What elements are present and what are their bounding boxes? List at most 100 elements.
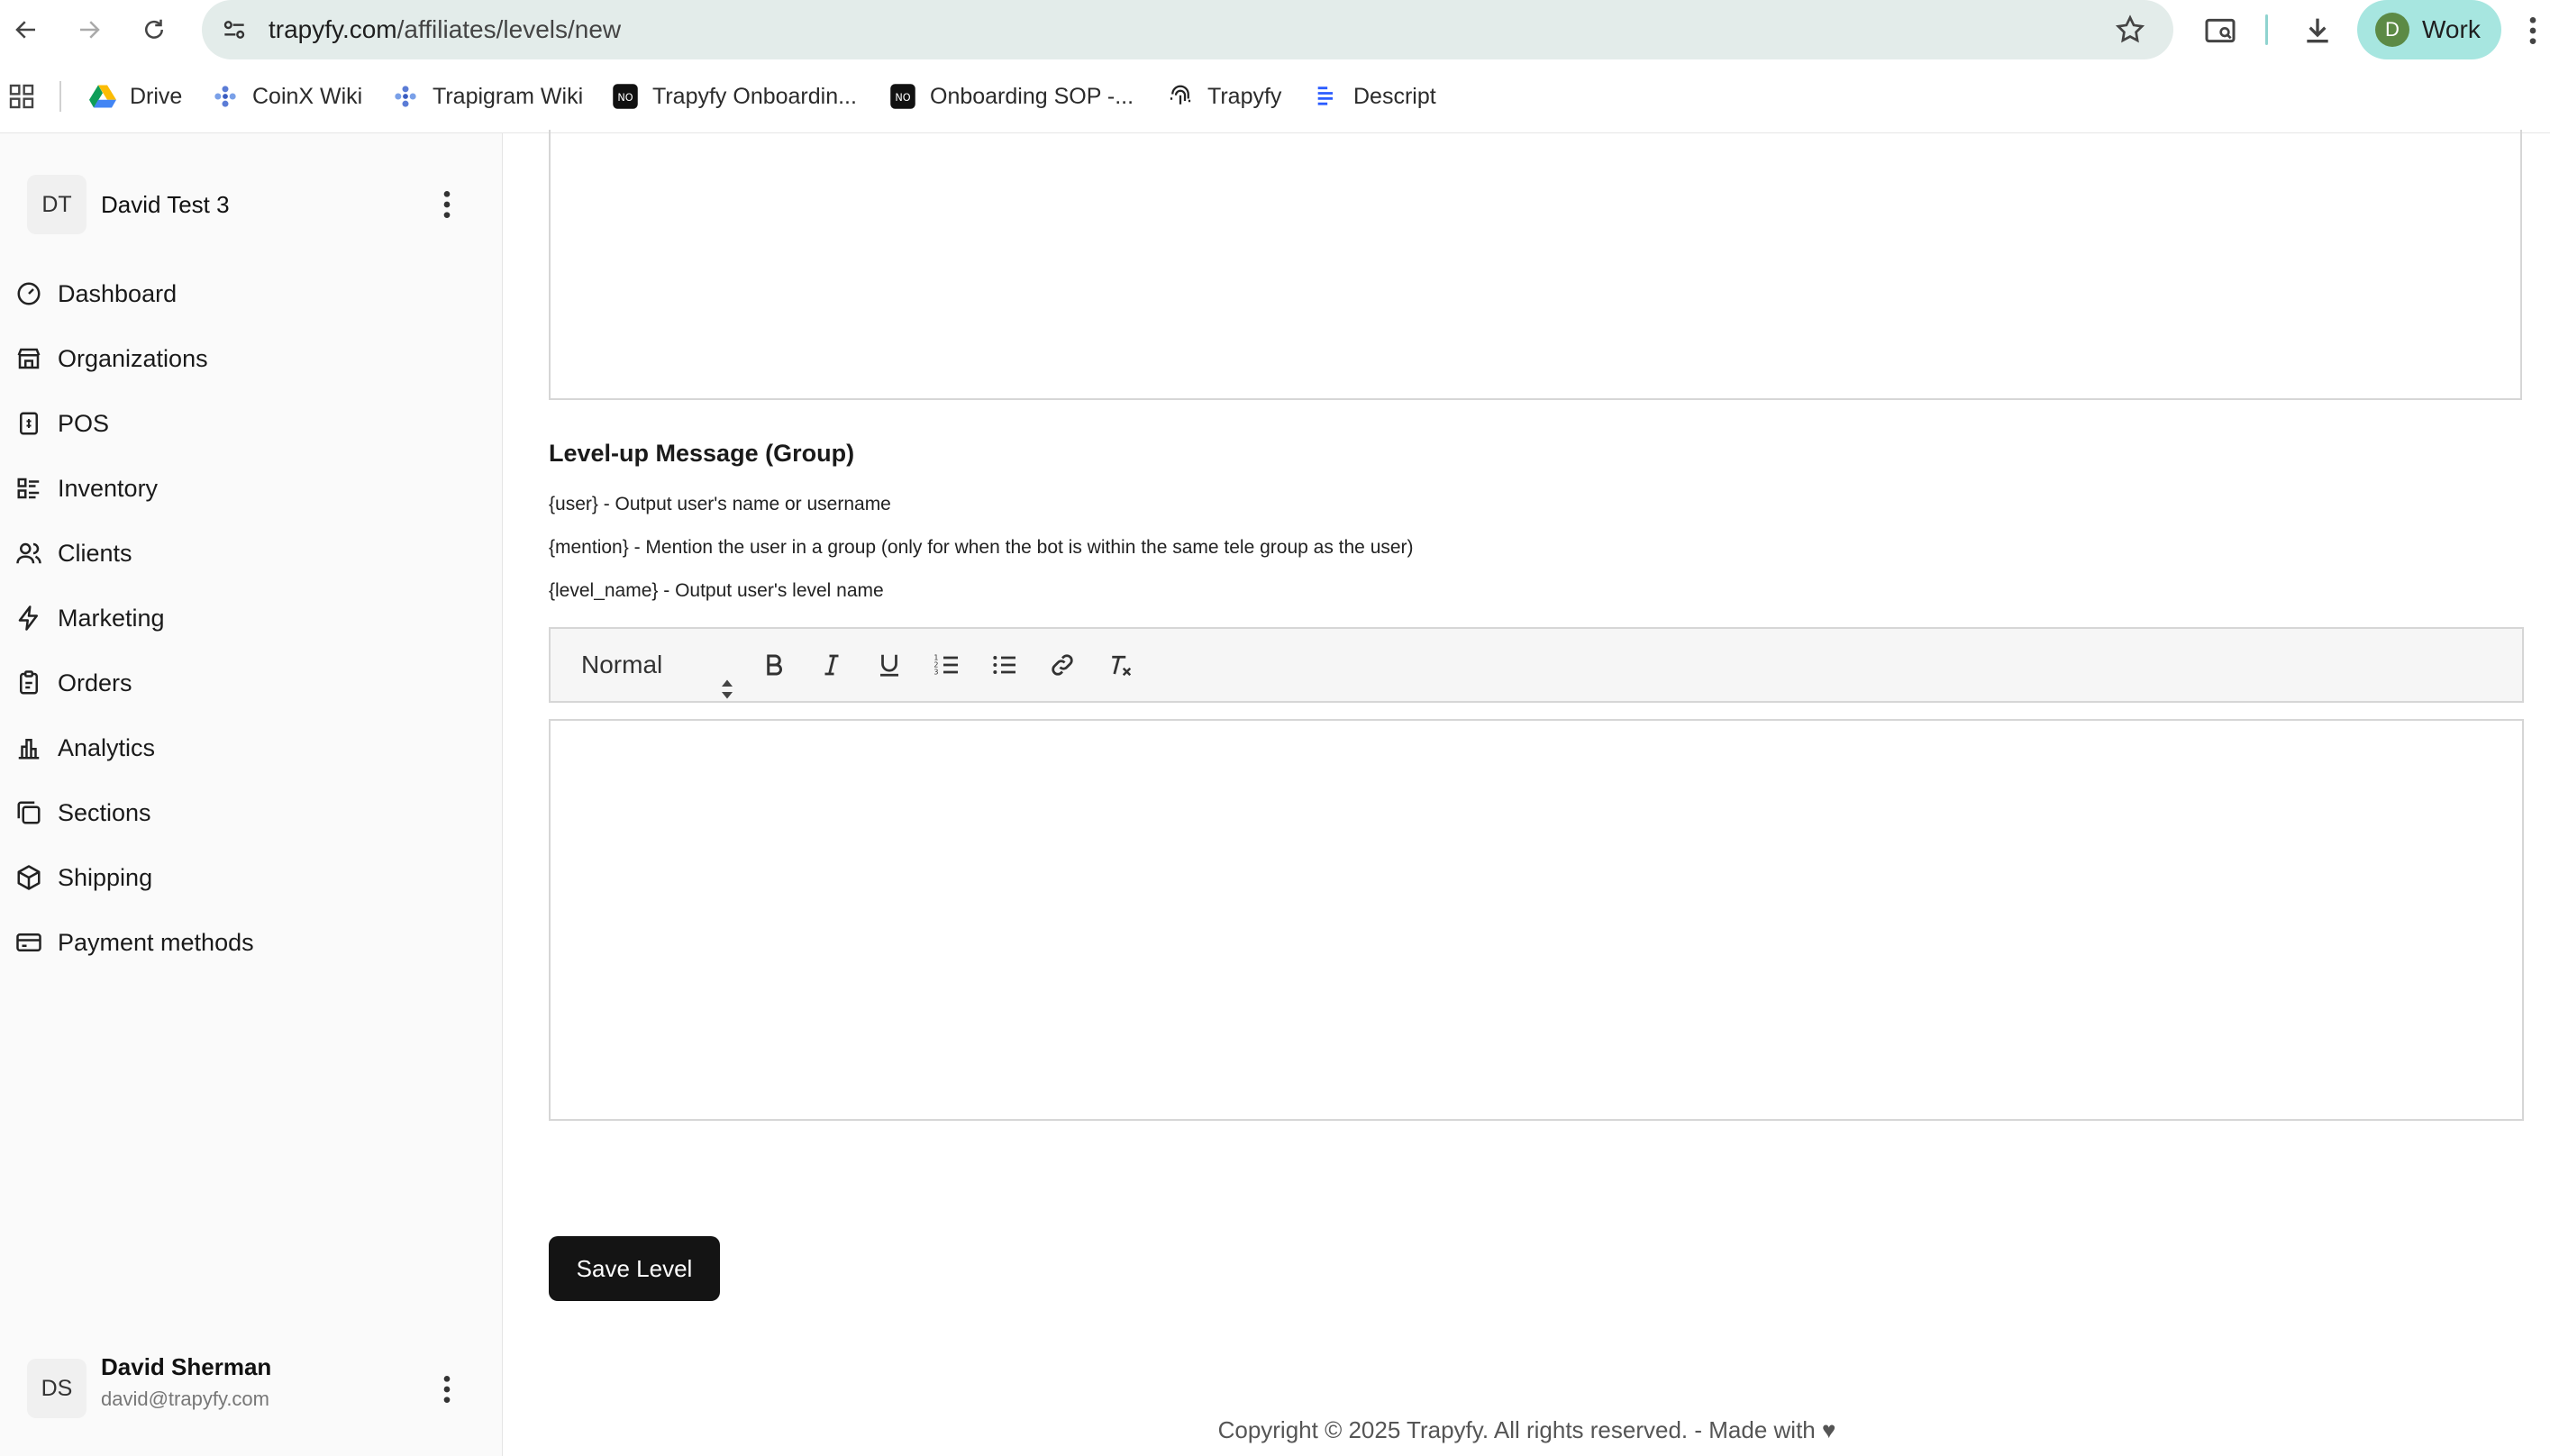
bookmark-label: Drive bbox=[130, 83, 183, 109]
inventory-icon bbox=[13, 472, 45, 505]
notion-icon: NO bbox=[611, 82, 640, 111]
wiki-icon bbox=[211, 82, 240, 111]
bookmark-label: Descript bbox=[1353, 83, 1436, 109]
sidebar-item-label: Marketing bbox=[58, 604, 165, 632]
org-menu-icon[interactable] bbox=[438, 187, 456, 223]
tab-search-icon[interactable] bbox=[2202, 13, 2238, 49]
back-icon[interactable] bbox=[5, 9, 47, 50]
svg-text:NO: NO bbox=[617, 92, 633, 104]
bookmark-trapyfy-onboarding[interactable]: NO Trapyfy Onboardin... bbox=[611, 59, 857, 133]
wiki-icon bbox=[391, 82, 420, 111]
bookmark-label: Trapyfy bbox=[1207, 83, 1282, 109]
svg-text:NO: NO bbox=[895, 92, 910, 104]
group-message-editor[interactable] bbox=[549, 719, 2524, 1121]
user-name: David Sherman bbox=[101, 1353, 272, 1380]
browser-menu-icon[interactable] bbox=[2523, 13, 2543, 49]
sidebar-item-analytics[interactable]: Analytics bbox=[13, 715, 490, 780]
forward-icon[interactable] bbox=[68, 9, 110, 50]
main-content: Level-up Message (Group) {user} - Output… bbox=[504, 130, 2550, 1456]
svg-text:3: 3 bbox=[933, 669, 938, 677]
sidebar-item-sections[interactable]: Sections bbox=[13, 780, 490, 845]
profile-button[interactable]: D Work bbox=[2357, 0, 2501, 59]
address-bar[interactable]: trapyfy.com/affiliates/levels/new bbox=[202, 0, 2173, 59]
help-text-mention: {mention} - Mention the user in a group … bbox=[549, 537, 1414, 558]
user-avatar: DS bbox=[27, 1359, 87, 1418]
ordered-list-icon[interactable]: 123 bbox=[929, 647, 965, 683]
dashboard-icon bbox=[13, 278, 45, 310]
italic-icon[interactable] bbox=[814, 647, 850, 683]
google-drive-icon bbox=[88, 82, 117, 111]
pos-icon bbox=[13, 407, 45, 440]
sidebar-item-label: Organizations bbox=[58, 344, 208, 372]
url-path: /affiliates/levels/new bbox=[396, 15, 622, 43]
bookmark-onboarding-sop[interactable]: NO Onboarding SOP -... bbox=[888, 59, 1134, 133]
org-switcher[interactable]: DT David Test 3 bbox=[27, 175, 478, 234]
users-icon bbox=[13, 537, 45, 569]
bookmark-star-icon[interactable] bbox=[2114, 14, 2146, 46]
help-text-level-name: {level_name} - Output user's level name bbox=[549, 580, 884, 601]
sidebar-item-marketing[interactable]: Marketing bbox=[13, 586, 490, 651]
bookmark-label: CoinX Wiki bbox=[252, 83, 363, 109]
url-text[interactable]: trapyfy.com/affiliates/levels/new bbox=[269, 0, 621, 59]
orders-icon bbox=[13, 667, 45, 699]
bookmark-label: Trapyfy Onboardin... bbox=[652, 83, 857, 109]
bookmark-coinx-wiki[interactable]: CoinX Wiki bbox=[211, 59, 362, 133]
org-name: David Test 3 bbox=[101, 191, 230, 218]
sidebar-item-inventory[interactable]: Inventory bbox=[13, 456, 490, 521]
sidebar-nav: Dashboard Organizations POS Inventory Cl… bbox=[13, 261, 490, 975]
bolt-icon bbox=[13, 602, 45, 634]
previous-message-editor[interactable] bbox=[549, 130, 2522, 400]
site-settings-icon[interactable] bbox=[220, 15, 249, 44]
user-account[interactable]: DS David Sherman david@trapyfy.com bbox=[27, 1350, 478, 1429]
save-level-button[interactable]: Save Level bbox=[549, 1236, 720, 1301]
sidebar-item-payment-methods[interactable]: Payment methods bbox=[13, 910, 490, 975]
reload-icon[interactable] bbox=[133, 9, 175, 50]
sidebar-item-label: Clients bbox=[58, 539, 132, 567]
bold-icon[interactable] bbox=[756, 647, 792, 683]
sidebar-item-shipping[interactable]: Shipping bbox=[13, 845, 490, 910]
bookmark-label: Onboarding SOP -... bbox=[930, 83, 1134, 109]
url-host: trapyfy.com bbox=[269, 15, 397, 43]
sidebar-item-pos[interactable]: POS bbox=[13, 391, 490, 456]
underline-icon[interactable] bbox=[871, 647, 907, 683]
format-select-value: Normal bbox=[581, 651, 663, 678]
payment-icon bbox=[13, 926, 45, 959]
descript-icon bbox=[1312, 82, 1341, 111]
sidebar-item-label: POS bbox=[58, 409, 110, 437]
sidebar-item-label: Payment methods bbox=[58, 928, 254, 956]
profile-label: Work bbox=[2422, 15, 2481, 43]
editor-toolbar: Normal 123 bbox=[549, 627, 2524, 703]
notion-icon: NO bbox=[888, 82, 917, 111]
clear-format-icon[interactable] bbox=[1102, 647, 1138, 683]
bullet-list-icon[interactable] bbox=[987, 647, 1023, 683]
sidebar-item-label: Analytics bbox=[58, 733, 156, 761]
sections-icon bbox=[13, 796, 45, 829]
download-icon[interactable] bbox=[2300, 13, 2336, 49]
fingerprint-icon bbox=[1166, 82, 1195, 111]
toolbar-divider bbox=[2265, 14, 2268, 45]
bookmark-drive[interactable]: Drive bbox=[88, 59, 182, 133]
org-avatar: DT bbox=[27, 175, 87, 234]
sidebar-item-label: Shipping bbox=[58, 863, 153, 891]
user-menu-icon[interactable] bbox=[438, 1371, 456, 1407]
sidebar-item-orders[interactable]: Orders bbox=[13, 651, 490, 715]
bookmark-trapigram-wiki[interactable]: Trapigram Wiki bbox=[391, 59, 583, 133]
sidebar-item-clients[interactable]: Clients bbox=[13, 521, 490, 586]
link-icon[interactable] bbox=[1044, 647, 1080, 683]
store-icon bbox=[13, 342, 45, 375]
section-title: Level-up Message (Group) bbox=[549, 440, 855, 467]
sidebar-item-dashboard[interactable]: Dashboard bbox=[13, 261, 490, 326]
sidebar-item-label: Orders bbox=[58, 669, 132, 696]
select-arrows-icon bbox=[720, 656, 734, 699]
user-email: david@trapyfy.com bbox=[101, 1388, 269, 1410]
format-select[interactable]: Normal bbox=[581, 629, 734, 701]
browser-toolbar: trapyfy.com/affiliates/levels/new D Work bbox=[0, 0, 2550, 59]
help-text-user: {user} - Output user's name or username bbox=[549, 494, 891, 514]
sidebar-item-label: Sections bbox=[58, 798, 151, 826]
shipping-icon bbox=[13, 861, 45, 894]
sidebar-item-organizations[interactable]: Organizations bbox=[13, 326, 490, 391]
apps-grid-icon[interactable] bbox=[7, 82, 36, 111]
bookmark-trapyfy[interactable]: Trapyfy bbox=[1166, 59, 1281, 133]
analytics-icon bbox=[13, 732, 45, 764]
bookmark-descript[interactable]: Descript bbox=[1312, 59, 1436, 133]
